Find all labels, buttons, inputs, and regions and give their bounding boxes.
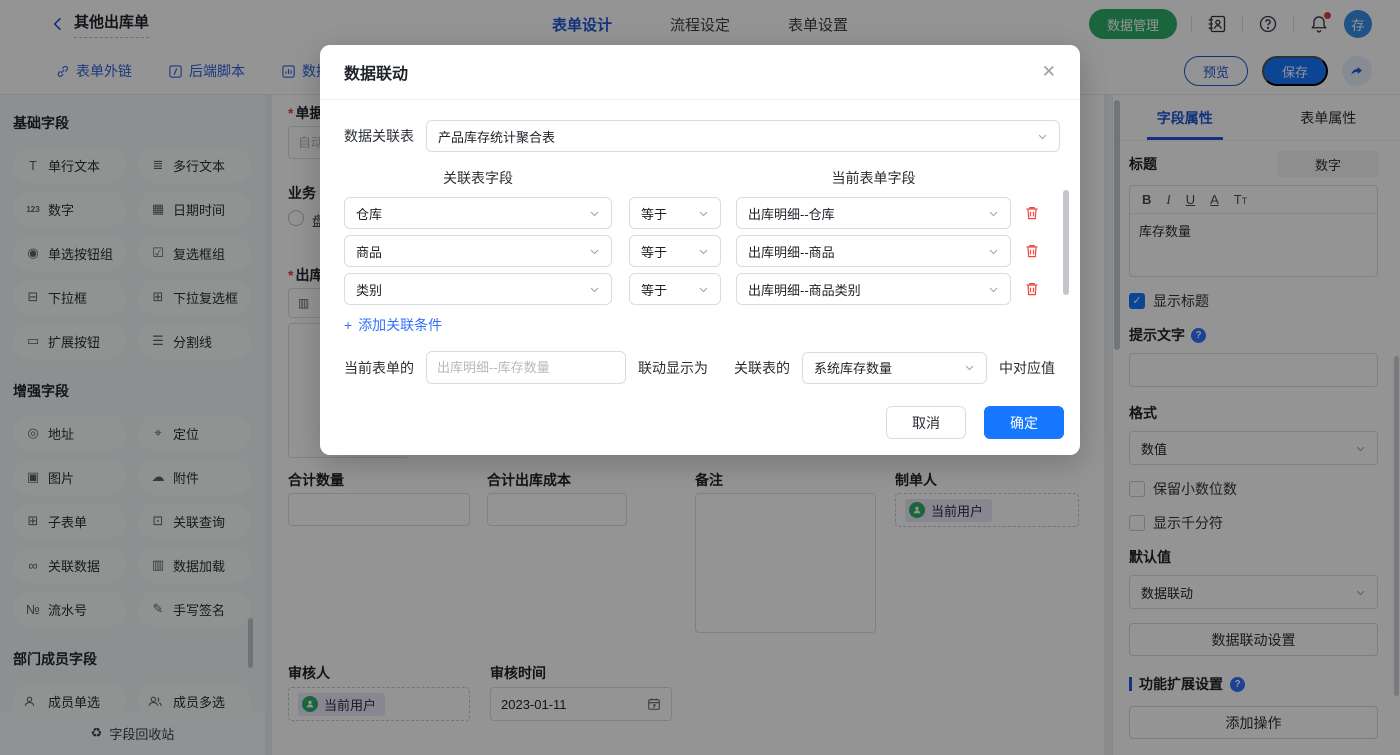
- modal-title: 数据联动: [344, 66, 409, 83]
- mapping-target-input[interactable]: [426, 351, 626, 384]
- mapping-suffix-label: 中对应值: [999, 359, 1055, 376]
- operator-select[interactable]: 等于: [629, 273, 721, 305]
- mapping-row: 当前表单的 联动显示为 关联表的 系统库存数量 中对应值: [344, 351, 1064, 384]
- modal-header: 数据联动 ✕: [320, 45, 1080, 100]
- form-designer-app: 其他出库单 表单设计 流程设定 表单设置 数据管理 存 表单外链 后端脚本 预览…: [0, 0, 1400, 755]
- mapping-table-label: 关联表的: [734, 359, 790, 376]
- add-condition-link[interactable]: + 添加关联条件: [344, 315, 442, 335]
- chevron-down-icon: [698, 246, 709, 257]
- condition-row: 仓库 等于 出库明细--仓库: [344, 197, 1064, 229]
- current-form-field-select[interactable]: 出库明细--商品类别: [736, 273, 1011, 305]
- condition-column-headers: 关联表字段 当前表单字段: [344, 168, 1064, 188]
- current-form-field-select[interactable]: 出库明细--商品: [736, 235, 1011, 267]
- related-field-select[interactable]: 类别: [344, 273, 612, 305]
- chevron-down-icon: [1037, 131, 1048, 142]
- chevron-down-icon: [988, 208, 999, 219]
- trash-icon[interactable]: [1024, 205, 1040, 221]
- mapping-middle-label: 联动显示为: [638, 359, 708, 376]
- data-linkage-modal: 数据联动 ✕ 数据关联表 产品库存统计聚合表 关联表字段 当前表单字段 仓库 等…: [320, 45, 1080, 455]
- relation-table-select[interactable]: 产品库存统计聚合表: [426, 120, 1060, 152]
- chevron-down-icon: [964, 362, 975, 373]
- modal-scrollbar[interactable]: [1063, 190, 1069, 295]
- trash-icon[interactable]: [1024, 243, 1040, 259]
- current-form-field-select[interactable]: 出库明细--仓库: [736, 197, 1011, 229]
- chevron-down-icon: [589, 208, 600, 219]
- right-column-header: 当前表单字段: [831, 170, 916, 186]
- mapping-prefix-label: 当前表单的: [344, 359, 414, 376]
- modal-footer: 取消 确定: [886, 406, 1064, 439]
- operator-select[interactable]: 等于: [629, 235, 721, 267]
- operator-select[interactable]: 等于: [629, 197, 721, 229]
- plus-icon: +: [344, 317, 353, 333]
- trash-icon[interactable]: [1024, 281, 1040, 297]
- condition-row: 类别 等于 出库明细--商品类别: [344, 273, 1064, 305]
- relation-table-label: 数据关联表: [344, 128, 414, 144]
- chevron-down-icon: [698, 208, 709, 219]
- related-field-select[interactable]: 商品: [344, 235, 612, 267]
- chevron-down-icon: [698, 284, 709, 295]
- modal-body: 数据关联表 产品库存统计聚合表 关联表字段 当前表单字段 仓库 等于 出库明细-…: [320, 100, 1080, 384]
- confirm-button[interactable]: 确定: [984, 406, 1064, 439]
- condition-row: 商品 等于 出库明细--商品: [344, 235, 1064, 267]
- cancel-button[interactable]: 取消: [886, 406, 966, 439]
- left-column-header: 关联表字段: [443, 170, 513, 186]
- chevron-down-icon: [988, 246, 999, 257]
- chevron-down-icon: [589, 246, 600, 257]
- related-field-select[interactable]: 仓库: [344, 197, 612, 229]
- chevron-down-icon: [988, 284, 999, 295]
- chevron-down-icon: [589, 284, 600, 295]
- mapping-source-select[interactable]: 系统库存数量: [802, 351, 987, 384]
- close-icon[interactable]: ✕: [1042, 62, 1056, 82]
